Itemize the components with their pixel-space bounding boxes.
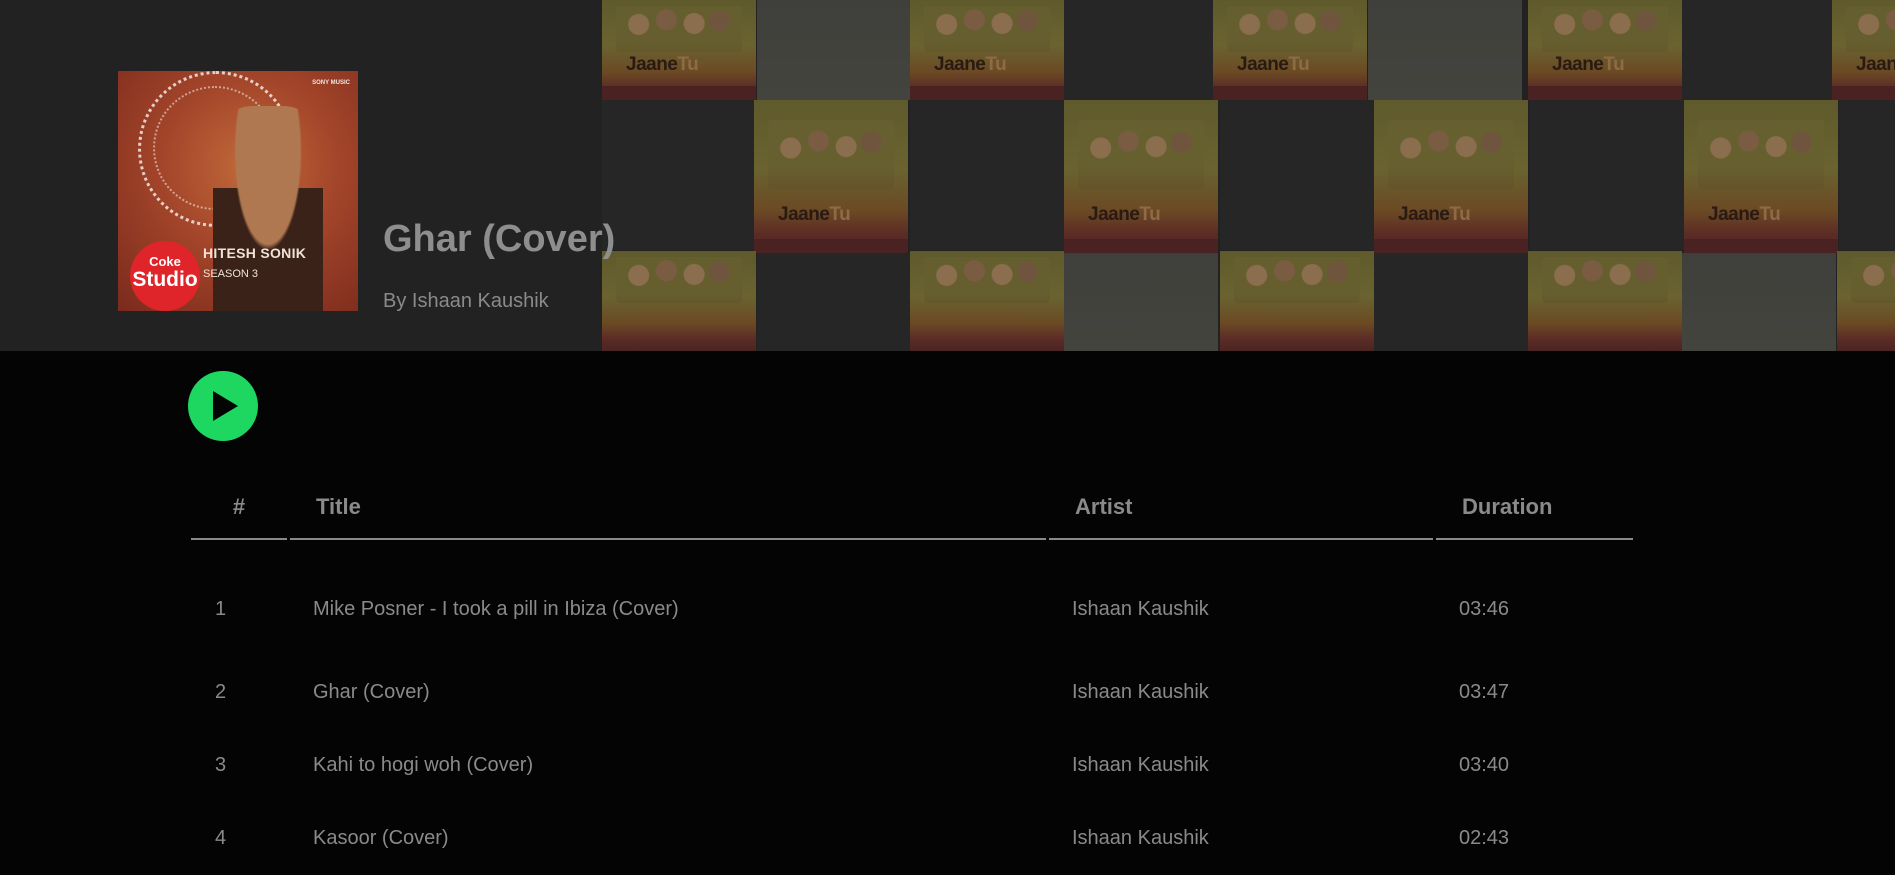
collage-tile (1220, 100, 1374, 250)
track-duration: 03:47 (1459, 681, 1510, 703)
column-header-number: # (191, 470, 287, 540)
column-header-title: Title (290, 470, 1046, 540)
collage-tile: JaaneTu (1213, 0, 1367, 100)
cover-artist-name: HITESH SONIK (203, 245, 307, 261)
collage-tile (602, 100, 756, 250)
cover-season: SEASON 3 (203, 268, 259, 280)
collage-tile (1064, 253, 1218, 351)
track-title[interactable]: Ghar (Cover) (290, 656, 1046, 729)
collage-tile (1368, 0, 1522, 100)
track-number: 4 (215, 827, 227, 849)
album-owner[interactable]: By Ishaan Kaushik (383, 290, 549, 313)
track-title[interactable]: Mike Posner - I took a pill in Ibiza (Co… (290, 540, 1046, 656)
track-duration: 02:43 (1459, 827, 1510, 849)
collage-tile (1220, 251, 1374, 351)
collage-tile: JaaneTu (1832, 0, 1895, 100)
track-artist[interactable]: Ishaan Kaushik (1049, 802, 1433, 875)
collage-tile (757, 0, 911, 100)
track-title[interactable]: Kahi to hogi woh (Cover) (290, 729, 1046, 802)
collage-tile: JaaneTu (602, 0, 756, 100)
table-row[interactable]: 3 Kahi to hogi woh (Cover) Ishaan Kaushi… (191, 729, 1633, 802)
collage-tile (910, 100, 1064, 250)
coke-studio-logo: Coke Studio (130, 241, 200, 311)
collage-tile (1530, 100, 1684, 250)
singer-figure (213, 106, 323, 311)
collage-tile: JaaneTu (1064, 100, 1218, 253)
background-collage: JaaneTu JaaneTu JaaneTu JaaneTu JaaneTu … (602, 0, 1895, 351)
collage-tile (1374, 253, 1528, 351)
collage-tile: JaaneTu (910, 0, 1064, 100)
label-logo: SONY MUSIC (312, 80, 350, 86)
collage-tile (1528, 251, 1682, 351)
track-artist[interactable]: Ishaan Kaushik (1049, 540, 1433, 656)
collage-tile (1837, 251, 1895, 351)
play-button[interactable] (188, 371, 258, 441)
table-row[interactable]: 1 Mike Posner - I took a pill in Ibiza (… (191, 540, 1633, 656)
collage-tile (1839, 100, 1895, 250)
table-header-row: # Title Artist Duration (191, 470, 1633, 540)
play-icon (213, 391, 238, 421)
album-header: JaaneTu JaaneTu JaaneTu JaaneTu JaaneTu … (0, 0, 1895, 351)
collage-tile (602, 251, 756, 351)
track-duration: 03:40 (1459, 754, 1510, 776)
table-row[interactable]: 2 Ghar (Cover) Ishaan Kaushik 03:47 (191, 656, 1633, 729)
track-number: 3 (215, 754, 227, 776)
collage-tile (910, 251, 1064, 351)
collage-tile (1064, 0, 1218, 100)
track-table: # Title Artist Duration 1 Mike Posner - … (188, 470, 1636, 875)
track-number: 1 (215, 597, 227, 620)
collage-tile (757, 253, 911, 351)
collage-tile (1682, 0, 1836, 100)
table-row[interactable]: 4 Kasoor (Cover) Ishaan Kaushik 02:43 (191, 802, 1633, 875)
track-title[interactable]: Kasoor (Cover) (290, 802, 1046, 875)
track-artist[interactable]: Ishaan Kaushik (1049, 656, 1433, 729)
column-header-artist: Artist (1049, 470, 1433, 540)
album-title: Ghar (Cover) (383, 218, 616, 260)
column-header-duration: Duration (1436, 470, 1633, 540)
collage-tile: JaaneTu (754, 100, 908, 253)
collage-tile: JaaneTu (1684, 100, 1838, 253)
track-number: 2 (215, 681, 227, 703)
collage-tile: JaaneTu (1374, 100, 1528, 253)
track-artist[interactable]: Ishaan Kaushik (1049, 729, 1433, 802)
collage-tile: JaaneTu (1528, 0, 1682, 100)
collage-tile (1682, 253, 1836, 351)
track-duration: 03:46 (1459, 597, 1510, 620)
album-cover-art: SONY MUSIC Coke Studio HITESH SONIK SEAS… (118, 71, 358, 311)
